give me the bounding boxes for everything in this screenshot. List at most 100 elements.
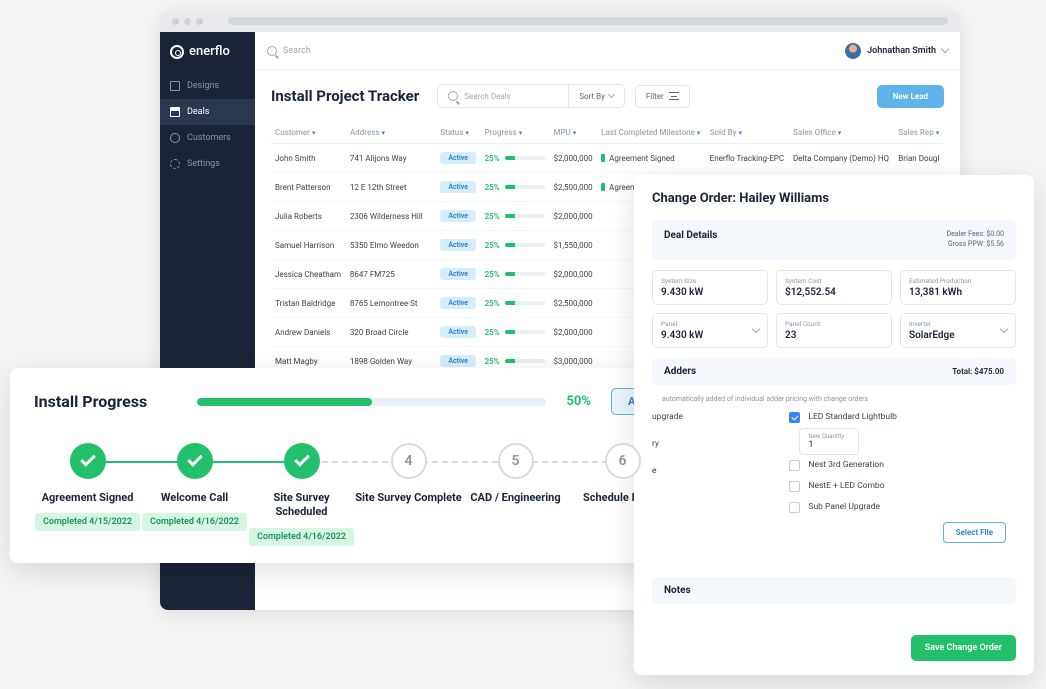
save-change-order-button[interactable]: Save Change Order: [911, 635, 1016, 661]
column-header[interactable]: Sales Rep ▾: [894, 122, 944, 144]
search-deals-input[interactable]: Search Deals: [438, 85, 568, 107]
column-header[interactable]: Last Completed Milestone ▾: [597, 122, 706, 144]
progress-percent: 50%: [566, 394, 591, 409]
topbar: Search Johnathan Smith: [255, 32, 960, 70]
sidebar-item-customers[interactable]: Customers: [160, 125, 255, 151]
adder-checkbox-row[interactable]: Nest 3rd Generation: [779, 455, 1016, 476]
column-header[interactable]: Progress ▾: [481, 122, 550, 144]
checkbox-icon[interactable]: [789, 502, 800, 513]
brand-name: enerflo: [189, 44, 230, 59]
gear-icon: [170, 159, 180, 169]
window-titlebar: [160, 10, 960, 32]
sort-by-dropdown[interactable]: Sort By: [568, 85, 624, 107]
chevron-down-icon: [1000, 324, 1008, 332]
status-badge: Active: [440, 326, 476, 338]
step-done-icon: [177, 443, 213, 479]
chevron-down-icon: [752, 324, 760, 332]
brand-logo: enerflo: [160, 44, 255, 73]
progress-step: Welcome CallCompleted 4/16/2022: [141, 443, 248, 546]
step-done-icon: [70, 443, 106, 479]
panel-select[interactable]: Panel9.430 kW: [652, 313, 768, 348]
progress-step: Agreement SignedCompleted 4/15/2022: [34, 443, 141, 546]
column-header[interactable]: Address ▾: [346, 122, 436, 144]
url-bar[interactable]: [228, 17, 948, 25]
system-size-card: System Size 9.430 kW: [652, 270, 768, 305]
column-header[interactable]: Sales Office ▾: [789, 122, 894, 144]
grid-icon: [170, 81, 180, 91]
avatar: [845, 43, 861, 59]
deal-fees: Dealer Fees: $0.00 Gross PPW: $5.56: [947, 230, 1004, 250]
step-date-badge: Completed 4/16/2022: [249, 528, 354, 546]
traffic-light-min[interactable]: [184, 18, 191, 25]
checkbox-icon[interactable]: [789, 481, 800, 492]
progress-step: Site Survey ScheduledCompleted 4/16/2022: [248, 443, 355, 546]
step-date-badge: Completed 4/15/2022: [35, 513, 140, 531]
status-badge: Active: [440, 239, 476, 251]
global-search[interactable]: Search: [267, 46, 835, 56]
est-production-card: Estimated Production 13,381 kWh: [900, 270, 1016, 305]
filter-icon: [669, 92, 679, 100]
adder-checkbox-row[interactable]: LED Standard Lightbulb: [779, 407, 1016, 428]
step-connector: [52, 461, 658, 463]
sidebar-item-deals[interactable]: Deals: [160, 99, 255, 125]
status-badge: Active: [440, 181, 476, 193]
user-name: Johnathan Smith: [867, 46, 936, 56]
new-quantity-field[interactable]: New Quantity1: [799, 428, 859, 455]
change-order-panel: Change Order: Hailey Williams Deal Detai…: [634, 175, 1034, 675]
step-pending-icon: 4: [391, 443, 427, 479]
search-icon: [448, 91, 458, 101]
filter-button[interactable]: Filter: [635, 85, 690, 108]
status-badge: Active: [440, 210, 476, 222]
select-file-button[interactable]: Select File: [943, 522, 1006, 543]
column-header[interactable]: Sold By ▾: [706, 122, 789, 144]
install-progress-card: Install Progress 50% Active Agreement Si…: [10, 368, 700, 563]
checkbox-icon[interactable]: [789, 460, 800, 471]
adder-partial-label: upgrade: [652, 407, 779, 427]
new-lead-button[interactable]: New Lead: [877, 85, 944, 108]
adders-header: Adders Total: $475.00: [652, 358, 1016, 385]
table-row[interactable]: John Smith 741 Alijons Way Active 25% $2…: [271, 144, 944, 173]
adders-note: automatically added of individual adder …: [652, 391, 1016, 407]
column-header[interactable]: Customer ▾: [271, 122, 346, 144]
adder-checkbox-row[interactable]: NestE + LED Combo: [779, 476, 1016, 497]
status-badge: Active: [440, 355, 476, 367]
install-progress-title: Install Progress: [34, 392, 147, 411]
status-badge: Active: [440, 297, 476, 309]
sidebar-item-settings[interactable]: Settings: [160, 151, 255, 177]
column-header[interactable]: Status ▾: [436, 122, 480, 144]
progress-step: 5CAD / Engineering: [462, 443, 569, 546]
user-menu[interactable]: Johnathan Smith: [845, 43, 948, 59]
notes-label: Notes: [652, 577, 1016, 604]
users-icon: [170, 133, 180, 143]
page-title: Install Project Tracker: [271, 87, 419, 105]
column-header[interactable]: MPU ▾: [549, 122, 597, 144]
progress-step: 4Site Survey Complete: [355, 443, 462, 546]
step-date-badge: Completed 4/16/2022: [142, 513, 247, 531]
panel-count-card: Panel Count 23: [776, 313, 892, 348]
traffic-light-max[interactable]: [196, 18, 203, 25]
sidebar-item-designs[interactable]: Designs: [160, 73, 255, 99]
page-header: Install Project Tracker Search Deals Sor…: [255, 70, 960, 122]
chevron-down-icon: [608, 91, 615, 98]
status-badge: Active: [440, 152, 476, 164]
chevron-down-icon: [941, 45, 949, 53]
deal-details-section: Deal Details Dealer Fees: $0.00 Gross PP…: [652, 220, 1016, 260]
adder-partial-label: e: [652, 461, 779, 481]
status-badge: Active: [440, 268, 476, 280]
adder-partial-label: ry: [652, 427, 779, 461]
deal-details-label: Deal Details: [664, 230, 717, 241]
step-pending-icon: 6: [605, 443, 641, 479]
checkbox-icon[interactable]: [789, 412, 800, 423]
traffic-light-close[interactable]: [172, 18, 179, 25]
step-done-icon: [284, 443, 320, 479]
step-pending-icon: 5: [498, 443, 534, 479]
search-placeholder: Search: [283, 46, 311, 56]
brand-icon: [170, 45, 184, 59]
system-cost-card: System Cost $12,552.54: [776, 270, 892, 305]
deals-icon: [170, 107, 180, 117]
progress-bar: [197, 398, 546, 406]
search-icon: [267, 46, 277, 56]
adder-checkbox-row[interactable]: Sub Panel Upgrade: [779, 497, 1016, 518]
inverter-select[interactable]: InverterSolarEdge: [900, 313, 1016, 348]
change-order-title: Change Order: Hailey Williams: [652, 191, 1016, 206]
